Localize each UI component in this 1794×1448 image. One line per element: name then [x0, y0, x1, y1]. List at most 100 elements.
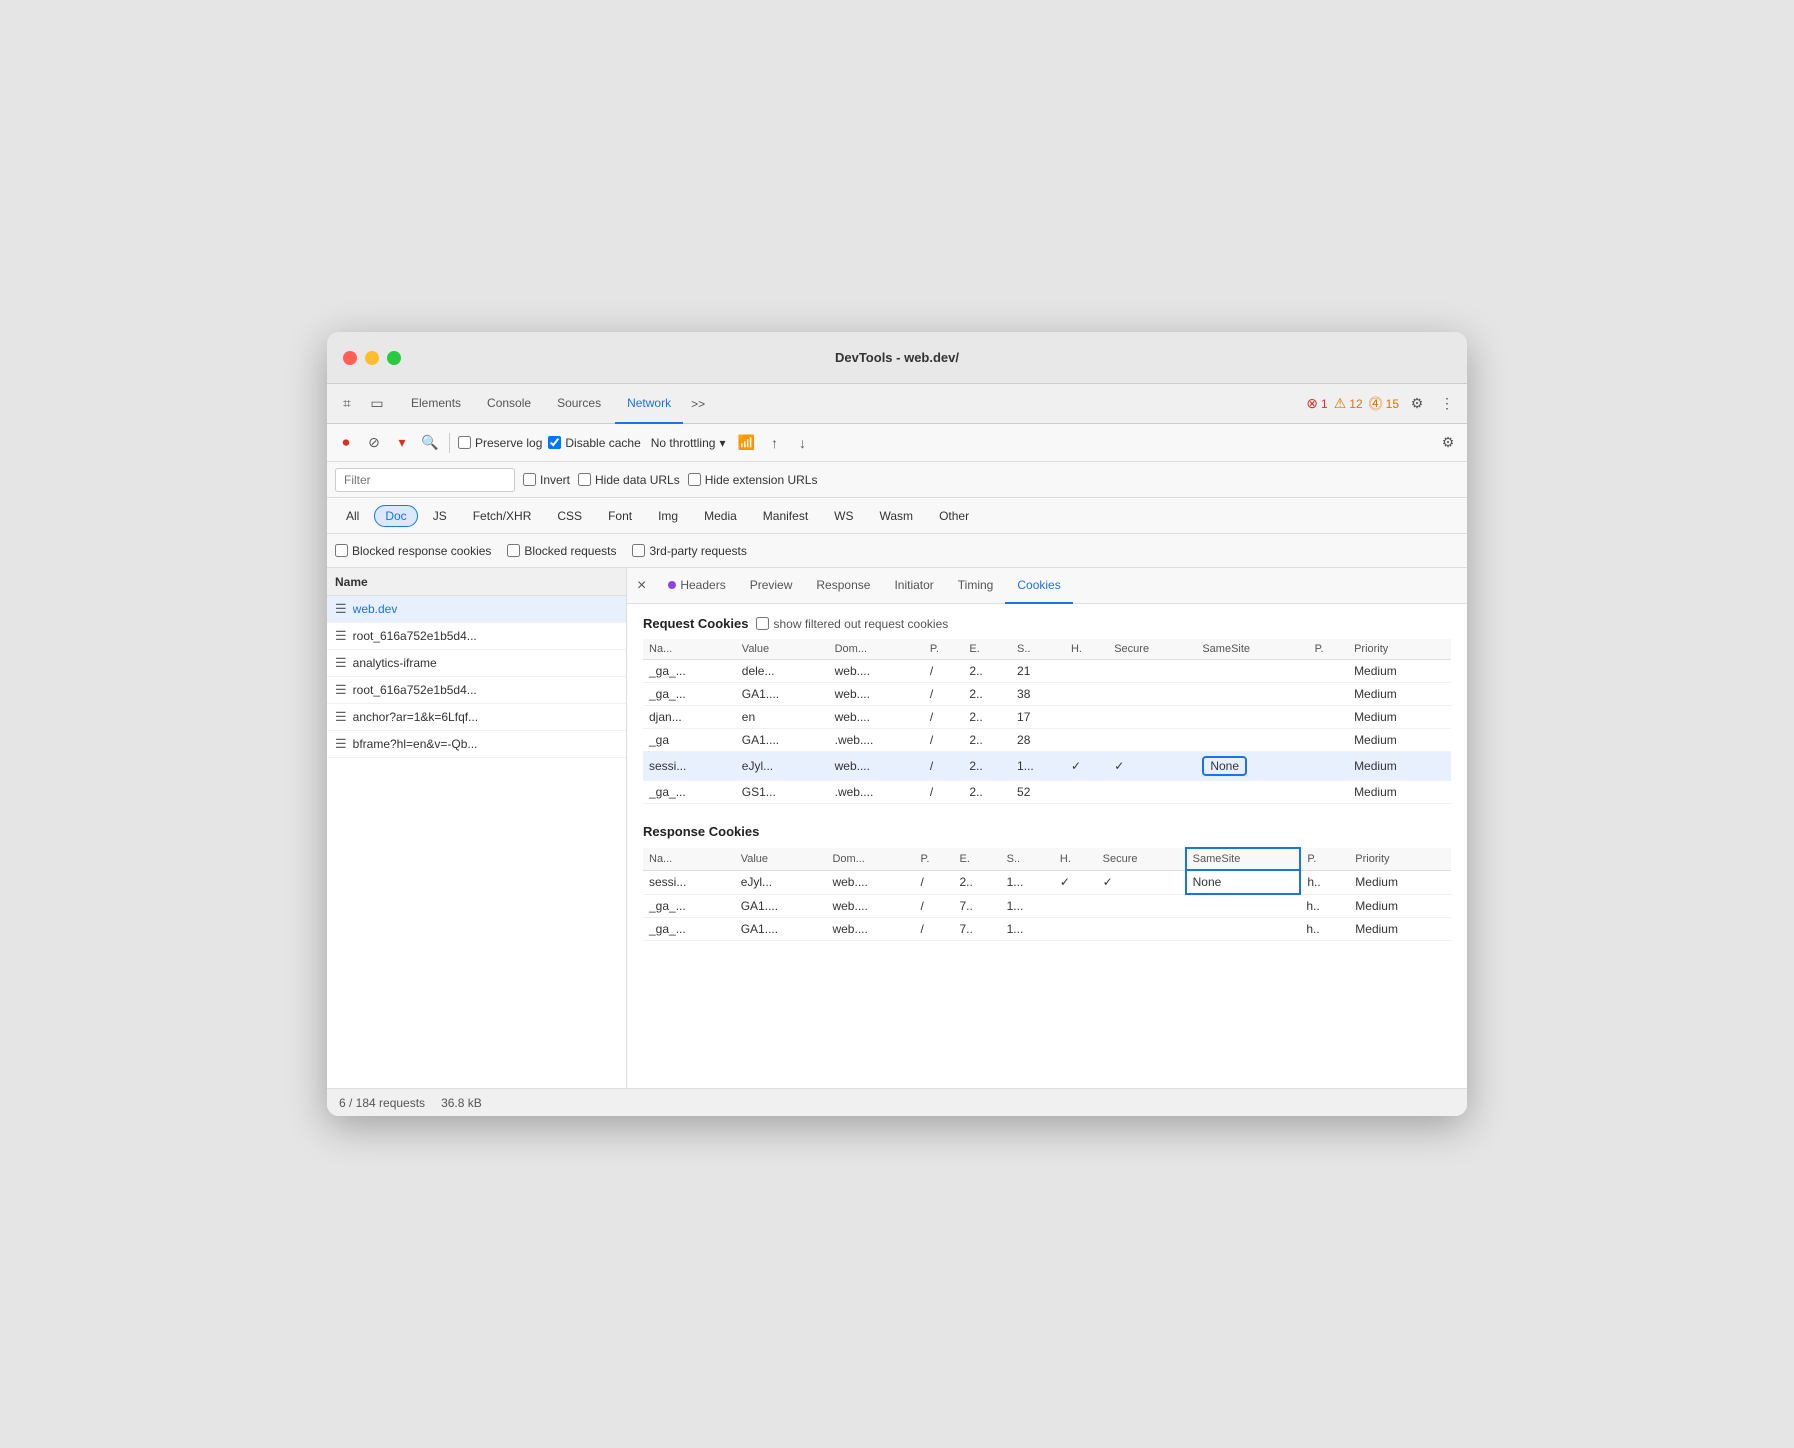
tab-bar: ⌗ ▭ Elements Console Sources Network >> … [327, 384, 1467, 424]
blocked-cookies-checkbox[interactable]: Blocked response cookies [335, 544, 491, 558]
tab-sources[interactable]: Sources [545, 384, 613, 424]
third-party-checkbox[interactable]: 3rd-party requests [632, 544, 746, 558]
detail-tab-timing[interactable]: Timing [946, 568, 1006, 604]
file-list: Name ☰ web.dev ☰ root_616a752e1b5d4... ☰… [327, 568, 627, 1088]
warning-icon: ⚠ [1334, 395, 1347, 412]
file-item-root1[interactable]: ☰ root_616a752e1b5d4... [327, 623, 626, 650]
col-domain: Dom... [826, 848, 914, 870]
traffic-lights [343, 351, 401, 365]
device-toggle-icon[interactable]: ▭ [365, 392, 389, 416]
col-secure: Secure [1097, 848, 1186, 870]
minimize-traffic-light[interactable] [365, 351, 379, 365]
detail-tab-cookies[interactable]: Cookies [1005, 568, 1072, 604]
type-btn-wasm[interactable]: Wasm [869, 505, 925, 527]
col-secure: Secure [1108, 639, 1196, 660]
show-filtered-checkbox[interactable]: show filtered out request cookies [756, 617, 948, 631]
col-samesite: SameSite [1196, 639, 1308, 660]
col-httponly: H. [1054, 848, 1097, 870]
throttling-dropdown[interactable]: No throttling ▾ [647, 434, 730, 452]
type-filter-row: All Doc JS Fetch/XHR CSS Font Img Media … [327, 498, 1467, 534]
table-row[interactable]: _ga_... dele... web.... / 2.. 21 Med [643, 660, 1451, 683]
close-traffic-light[interactable] [343, 351, 357, 365]
purple-dot-icon [668, 581, 676, 589]
cursor-icon[interactable]: ⌗ [335, 392, 359, 416]
file-item-root2[interactable]: ☰ root_616a752e1b5d4... [327, 677, 626, 704]
col-name: Na... [643, 639, 736, 660]
preserve-log-checkbox[interactable]: Preserve log [458, 436, 542, 450]
table-row[interactable]: sessi... eJyl... web.... / 2.. 1... ✓ ✓ … [643, 870, 1451, 894]
table-row[interactable]: djan... en web.... / 2.. 17 Medium [643, 706, 1451, 729]
table-row[interactable]: _ga_... GA1.... web.... / 7.. 1... h.. [643, 894, 1451, 917]
file-name: anchor?ar=1&k=6Lfqf... [353, 710, 478, 724]
table-row[interactable]: _ga GA1.... .web.... / 2.. 28 Medium [643, 729, 1451, 752]
settings-network-icon[interactable]: ⚙ [1437, 432, 1459, 454]
col-name: Na... [643, 848, 735, 870]
stop-recording-icon[interactable]: ⏺ [335, 432, 357, 454]
hide-extension-urls-checkbox[interactable]: Hide extension URLs [688, 473, 818, 487]
invert-checkbox[interactable]: Invert [523, 473, 570, 487]
table-row[interactable]: _ga_... GA1.... web.... / 2.. 38 Med [643, 683, 1451, 706]
type-btn-manifest[interactable]: Manifest [752, 505, 819, 527]
blocked-requests-checkbox[interactable]: Blocked requests [507, 544, 616, 558]
col-priority: Priority [1348, 639, 1451, 660]
type-btn-ws[interactable]: WS [823, 505, 864, 527]
file-icon: ☰ [335, 709, 347, 725]
table-row-highlighted[interactable]: sessi... eJyl... web.... / 2.. 1... ✓ ✓ … [643, 752, 1451, 781]
close-detail-button[interactable]: × [635, 576, 648, 596]
tab-network[interactable]: Network [615, 384, 683, 424]
detail-tab-headers[interactable]: Headers [656, 568, 737, 604]
file-item-anchor[interactable]: ☰ anchor?ar=1&k=6Lfqf... [327, 704, 626, 731]
requests-count: 6 / 184 requests [339, 1096, 425, 1110]
col-expires: E. [963, 639, 1011, 660]
dropdown-arrow-icon: ▾ [719, 436, 725, 450]
file-item-webdev[interactable]: ☰ web.dev [327, 596, 626, 623]
tab-bar-icons: ⌗ ▭ [335, 392, 389, 416]
detail-tab-response[interactable]: Response [804, 568, 882, 604]
settings-icon[interactable]: ⚙ [1405, 392, 1429, 416]
clear-icon[interactable]: ⊘ [363, 432, 385, 454]
type-btn-js[interactable]: JS [422, 505, 458, 527]
error-badge: ⊗ 1 [1306, 395, 1327, 412]
file-item-analytics[interactable]: ☰ analytics-iframe [327, 650, 626, 677]
tab-elements[interactable]: Elements [399, 384, 473, 424]
filter-icon[interactable]: ▾ [391, 432, 413, 454]
type-btn-other[interactable]: Other [928, 505, 980, 527]
type-btn-fetch-xhr[interactable]: Fetch/XHR [462, 505, 543, 527]
hide-data-urls-checkbox[interactable]: Hide data URLs [578, 473, 680, 487]
search-icon[interactable]: 🔍 [419, 432, 441, 454]
table-row[interactable]: _ga_... GS1... .web.... / 2.. 52 Med [643, 781, 1451, 804]
error-icon: ⊗ [1306, 395, 1318, 412]
file-name: root_616a752e1b5d4... [353, 683, 477, 697]
type-btn-media[interactable]: Media [693, 505, 748, 527]
disable-cache-checkbox[interactable]: Disable cache [548, 436, 640, 450]
table-row[interactable]: _ga_... GA1.... web.... / 7.. 1... h.. [643, 917, 1451, 940]
table-header-row: Na... Value Dom... P. E. S.. H. Secure S… [643, 639, 1451, 660]
devtools-window: DevTools - web.dev/ ⌗ ▭ Elements Console… [327, 332, 1467, 1116]
detail-tab-preview[interactable]: Preview [738, 568, 805, 604]
detail-tab-initiator[interactable]: Initiator [882, 568, 945, 604]
file-icon: ☰ [335, 736, 347, 752]
col-path: P. [915, 848, 954, 870]
type-btn-css[interactable]: CSS [546, 505, 593, 527]
response-cookies-table: Na... Value Dom... P. E. S.. H. Secure S… [643, 847, 1451, 941]
samesite-none-badge: None [1202, 756, 1247, 776]
file-list-header: Name [327, 568, 626, 596]
tab-more[interactable]: >> [685, 397, 711, 411]
file-item-bframe[interactable]: ☰ bframe?hl=en&v=-Qb... [327, 731, 626, 758]
filter-input[interactable] [335, 468, 515, 492]
type-btn-font[interactable]: Font [597, 505, 643, 527]
main-area: Name ☰ web.dev ☰ root_616a752e1b5d4... ☰… [327, 568, 1467, 1088]
download-icon[interactable]: ↓ [791, 432, 813, 454]
upload-icon[interactable]: ↑ [763, 432, 785, 454]
toolbar: ⏺ ⊘ ▾ 🔍 Preserve log Disable cache No th… [327, 424, 1467, 462]
maximize-traffic-light[interactable] [387, 351, 401, 365]
more-options-icon[interactable]: ⋮ [1435, 392, 1459, 416]
toolbar-separator-1 [449, 433, 450, 453]
type-btn-doc[interactable]: Doc [374, 505, 417, 527]
type-btn-img[interactable]: Img [647, 505, 689, 527]
tab-console[interactable]: Console [475, 384, 543, 424]
wifi-icon[interactable]: 📶 [735, 432, 757, 454]
col-value: Value [736, 639, 829, 660]
transfer-size: 36.8 kB [441, 1096, 482, 1110]
type-btn-all[interactable]: All [335, 505, 370, 527]
